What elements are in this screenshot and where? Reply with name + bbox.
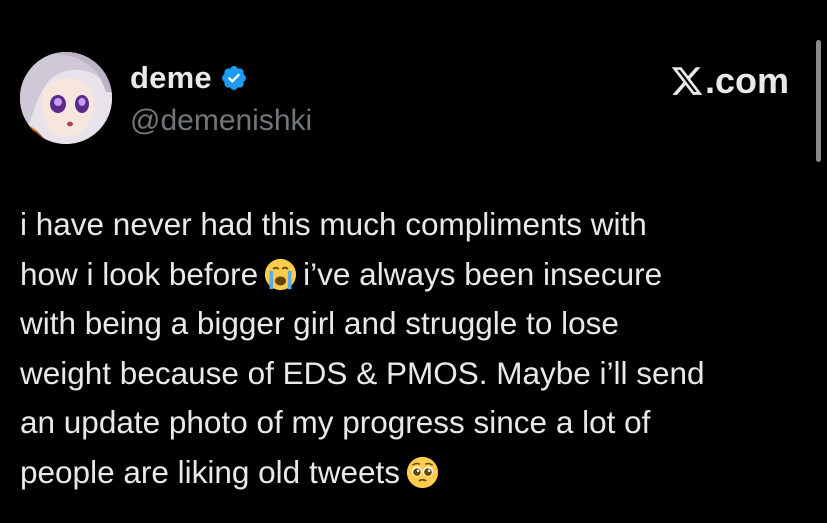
verified-badge-icon <box>221 66 246 90</box>
x-com-logo: .com <box>670 60 789 102</box>
tweet-line: how i look before i’ve always been insec… <box>20 250 810 300</box>
author-block: deme @demenishki <box>130 58 312 138</box>
brand-suffix: .com <box>704 60 789 101</box>
tweet-text-segment: people are liking old tweets <box>20 453 400 490</box>
tweet-line: i have never had this much compliments w… <box>20 206 647 242</box>
scrollbar[interactable] <box>816 40 821 162</box>
anime-avatar-icon <box>20 52 112 144</box>
x-logo-icon <box>671 67 703 95</box>
name-row: deme <box>130 58 312 98</box>
avatar[interactable] <box>20 52 112 144</box>
loudly-crying-face-emoji <box>265 258 297 290</box>
tweet-line: weight because of EDS & PMOS. Maybe i’ll… <box>20 354 705 391</box>
pleading-face-emoji <box>406 456 439 488</box>
tweet-text: i have never had this much compliments w… <box>20 200 810 497</box>
tweet-line: people are liking old tweets <box>20 448 810 498</box>
tweet-line: an update photo of my progress since a l… <box>20 404 651 440</box>
handle[interactable]: @demenishki <box>130 104 312 138</box>
display-name[interactable]: deme <box>130 60 212 96</box>
tweet-text-segment: i’ve always been insecure <box>303 255 663 292</box>
tweet-card: deme @demenishki .com i have never had t… <box>0 0 827 523</box>
tweet-line: with being a bigger girl and struggle to… <box>20 305 619 341</box>
tweet-text-segment: how i look before <box>20 255 259 292</box>
